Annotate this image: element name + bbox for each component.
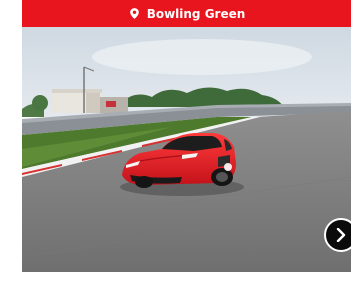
location-banner: Bowling Green (22, 0, 351, 27)
bottom-spacer (0, 272, 351, 283)
track-photo (22, 27, 351, 272)
next-slide-button[interactable] (324, 218, 351, 252)
chevron-right-icon (335, 228, 347, 242)
location-label: Bowling Green (146, 6, 246, 21)
location-card[interactable]: Bowling Green (22, 0, 351, 272)
location-pin-icon (128, 7, 141, 20)
page: Bowling Green (0, 0, 351, 283)
